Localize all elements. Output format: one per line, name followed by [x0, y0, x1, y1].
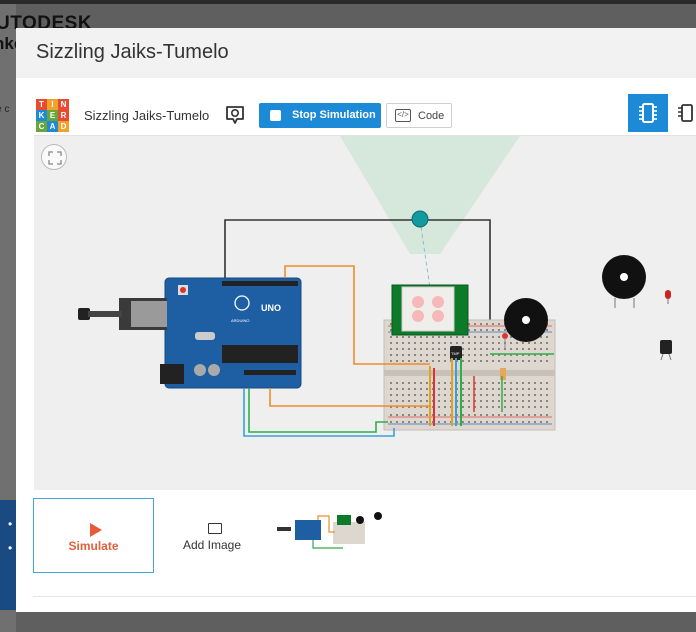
add-image-button[interactable]: Add Image [162, 498, 262, 573]
add-image-label: Add Image [182, 538, 242, 552]
logo-letter-tile: A [47, 121, 58, 132]
stop-simulation-label: Stop Simulation [292, 109, 376, 121]
project-name[interactable]: Sizzling Jaiks-Tumelo [84, 108, 209, 123]
circuit-thumbnail[interactable] [273, 512, 388, 557]
piezo-buzzer-board [504, 298, 548, 342]
logo-letter-tile: N [58, 99, 69, 110]
divider [33, 596, 696, 597]
modal-header: Sizzling Jaiks-Tumelo [16, 28, 696, 78]
spare-led [665, 290, 671, 304]
stop-simulation-button[interactable]: Stop Simulation [259, 103, 381, 128]
modal-title: Sizzling Jaiks-Tumelo [36, 41, 229, 63]
schematic-view-button[interactable] [676, 100, 696, 126]
play-icon [90, 523, 102, 537]
circuit-canvas[interactable]: UNO ARDUINO TMP [34, 136, 696, 490]
arduino-uno-label: UNO [261, 303, 281, 313]
component-view-button[interactable] [628, 94, 668, 132]
image-icon [208, 523, 222, 534]
logo-letter-tile: D [58, 121, 69, 132]
svg-text:TMP: TMP [451, 351, 460, 356]
chip-icon [639, 103, 657, 123]
simulate-label: Simulate [68, 539, 119, 553]
code-button[interactable]: </> Code [386, 103, 452, 128]
logo-letter-tile: I [47, 99, 58, 110]
tinkercad-logo[interactable]: TINKERCAD [36, 99, 70, 133]
pir-detection-cone [340, 136, 520, 254]
logo-letter-tile: C [36, 121, 47, 132]
comment-icon[interactable] [224, 104, 246, 126]
simulate-button[interactable]: Simulate [33, 498, 154, 573]
pir-sensor [391, 284, 469, 336]
logo-letter-tile: K [36, 110, 47, 121]
code-icon: </> [395, 109, 411, 122]
editor-toolbar: TINKERCAD Sizzling Jaiks-Tumelo Stop Sim… [34, 94, 696, 136]
arduino-uno: UNO ARDUINO [78, 277, 302, 389]
temperature-sensor: TMP [450, 346, 462, 360]
arduino-brand-label: ARDUINO [231, 318, 249, 323]
simulator-frame: TINKERCAD Sizzling Jaiks-Tumelo Stop Sim… [34, 94, 696, 490]
logo-letter-tile: T [36, 99, 47, 110]
circuit-drawing: UNO ARDUINO TMP [78, 136, 672, 437]
logo-letter-tile: R [58, 110, 69, 121]
project-modal: Sizzling Jaiks-Tumelo TINKERCAD Sizzling… [16, 28, 696, 612]
logo-letter-tile: E [47, 110, 58, 121]
motion-target [411, 210, 429, 228]
piezo-buzzer-spare [602, 255, 646, 308]
bottom-bar: Simulate Add Image [16, 490, 696, 612]
stop-square-icon [270, 110, 281, 121]
background-text: e c [0, 104, 10, 115]
background-top-bar [0, 0, 696, 4]
background-bullets: • • [8, 517, 13, 555]
schematic-icon [678, 104, 693, 122]
wire-blue [243, 388, 395, 437]
spare-temperature-sensor [660, 340, 672, 361]
code-label: Code [418, 110, 445, 122]
